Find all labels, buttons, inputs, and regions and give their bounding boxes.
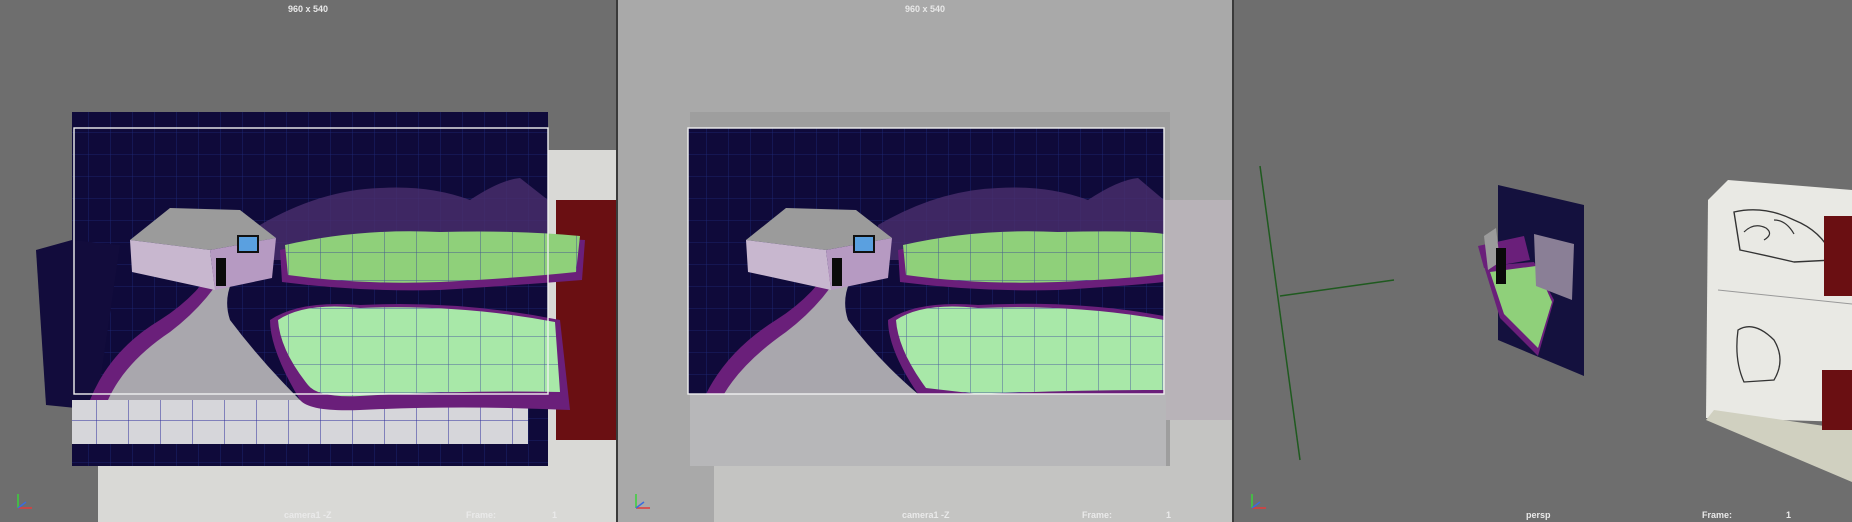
- frame-label: Frame:: [1702, 510, 1733, 520]
- xyz-axis-icon: [632, 488, 656, 512]
- camera-name: persp: [1526, 510, 1551, 520]
- resolution-label: 960 x 540: [904, 4, 946, 14]
- frame-label: Frame:: [1082, 510, 1113, 520]
- camera-name: camera1 -Z: [902, 510, 950, 520]
- resolution-label: 960 x 540: [287, 4, 329, 14]
- red-storyboard-card: [1824, 216, 1852, 296]
- frame-value: 1: [1166, 510, 1172, 520]
- frame-value: 1: [552, 510, 558, 520]
- viewport-camera1-left[interactable]: 960 x 540 camera1 -Z Frame: 1: [0, 0, 616, 522]
- viewport-persp[interactable]: persp Frame: 1: [1234, 0, 1852, 522]
- xyz-axis-icon: [1248, 488, 1272, 512]
- viewport-panel: 960 x 540 camera1 -Z Frame: 1 960 x 540 …: [0, 0, 1852, 522]
- house-window: [237, 235, 259, 253]
- scene-render: [687, 112, 1232, 522]
- frame-label: Frame:: [466, 510, 497, 520]
- frame-value: 1: [1786, 510, 1792, 520]
- xyz-axis-icon: [14, 488, 38, 512]
- scene-render: [1259, 165, 1852, 482]
- locator: [1259, 165, 1301, 461]
- scene-render: [36, 112, 616, 522]
- camera-name: camera1 -Z: [284, 510, 332, 520]
- viewport-camera1-xray[interactable]: 960 x 540 camera1 -Z Frame: 1: [618, 0, 1232, 522]
